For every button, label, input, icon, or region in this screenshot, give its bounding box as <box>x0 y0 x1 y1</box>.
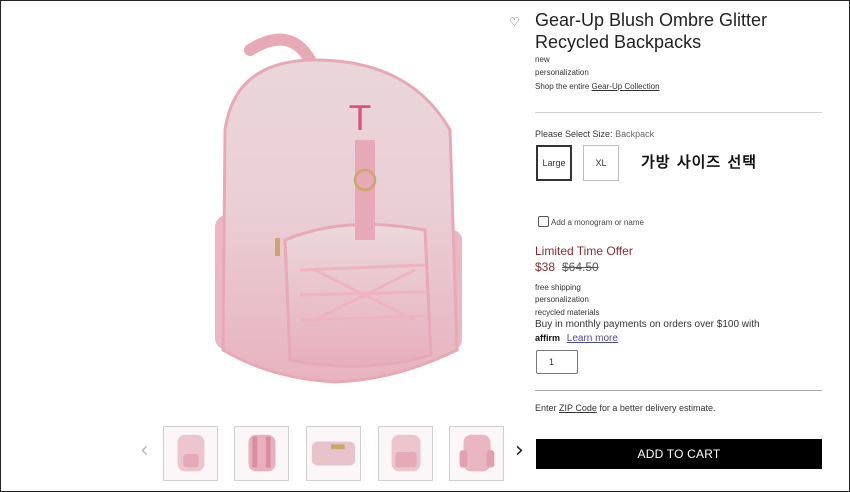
product-title: Gear-Up Blush Ombre Glitter Recycled Bac… <box>535 10 768 52</box>
feature-recycled: recycled materials <box>535 308 600 317</box>
chevron-right-icon[interactable]: › <box>515 438 524 463</box>
learn-more-link[interactable]: Learn more <box>567 333 618 344</box>
divider <box>535 112 822 113</box>
thumbnail-1[interactable] <box>163 426 218 481</box>
size-option-large[interactable]: Large <box>536 145 572 181</box>
size-selected-value: Backpack <box>615 129 655 139</box>
size-annotation: 가방 사이즈 선택 <box>641 153 758 171</box>
delivery-suffix: for a better delivery estimate. <box>599 403 716 413</box>
delivery-prefix: Enter <box>535 403 557 413</box>
monogram-label[interactable]: Add a monogram or name <box>551 218 644 227</box>
affirm-line: affirm Learn more <box>535 333 618 344</box>
thumbnail-2[interactable] <box>234 426 289 481</box>
heart-icon[interactable]: ♡ <box>509 15 520 29</box>
add-to-cart-button[interactable]: ADD TO CART <box>536 439 822 469</box>
size-prompt-label: Please Select Size: <box>535 129 613 139</box>
zip-code-link[interactable]: ZIP Code <box>559 403 597 413</box>
monogram-letter: T <box>349 99 371 139</box>
offer-label: Limited Time Offer <box>535 244 633 258</box>
chevron-left-icon[interactable]: ‹ <box>140 438 149 463</box>
size-option-xl[interactable]: XL <box>583 145 619 181</box>
original-price: $64.50 <box>562 260 599 274</box>
feature-personalization: personalization <box>535 295 589 304</box>
thumbnail-3[interactable] <box>306 426 361 481</box>
tag-personalization: personalization <box>535 68 589 77</box>
affirm-logo: affirm <box>535 333 561 343</box>
collection-link[interactable]: Gear-Up Collection <box>592 82 660 91</box>
sale-price: $38 <box>535 260 556 274</box>
feature-shipping: free shipping <box>535 283 581 292</box>
delivery-line: Enter ZIP Code for a better delivery est… <box>535 403 715 413</box>
thumbnail-5[interactable] <box>449 426 504 481</box>
thumbnail-4[interactable] <box>378 426 433 481</box>
collection-prefix: Shop the entire <box>535 82 590 91</box>
monogram-checkbox[interactable] <box>538 216 549 227</box>
affirm-text: Buy in monthly payments on orders over $… <box>535 319 760 330</box>
collection-line: Shop the entire Gear-Up Collection <box>535 82 660 91</box>
tag-new: new <box>535 55 550 64</box>
divider <box>535 390 822 391</box>
quantity-input[interactable]: 1 <box>536 350 578 374</box>
size-prompt: Please Select Size: Backpack <box>535 129 654 139</box>
main-product-image[interactable]: T <box>195 20 485 420</box>
